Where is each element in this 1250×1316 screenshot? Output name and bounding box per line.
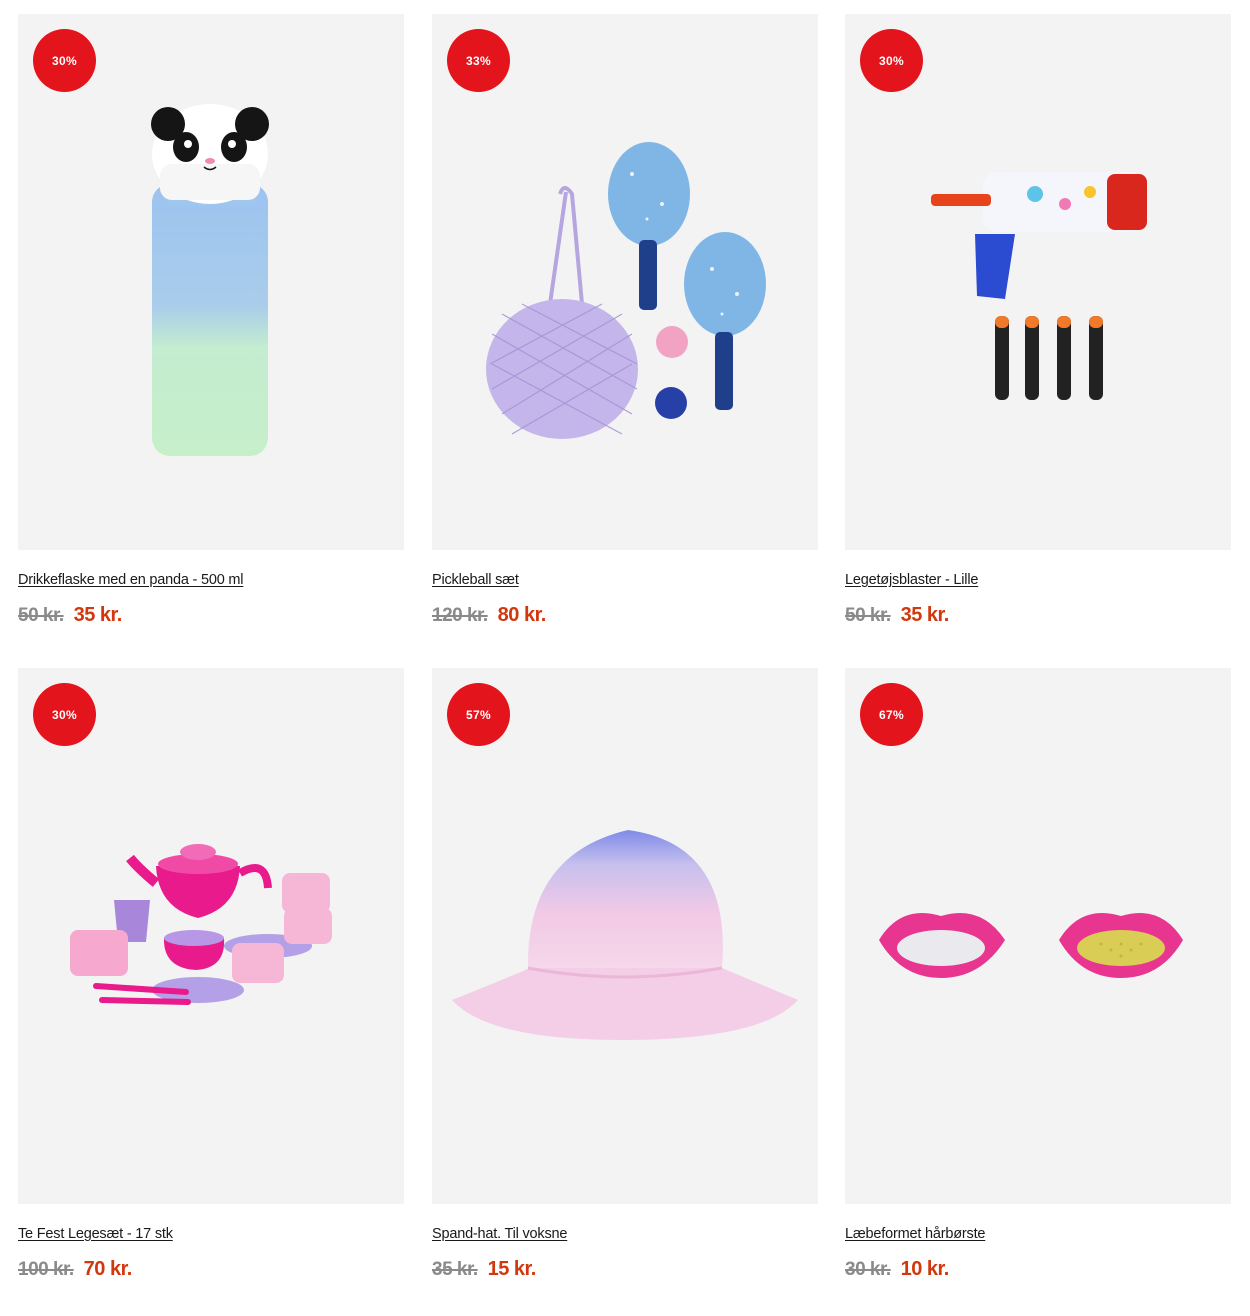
- price-row: 35 kr. 15 kr.: [432, 1258, 818, 1281]
- bucket-hat-image: [452, 830, 798, 1040]
- discount-badge: 67%: [860, 683, 923, 746]
- discount-badge: 30%: [860, 29, 923, 92]
- product-image-link[interactable]: 30%: [18, 668, 404, 1204]
- product-image-link[interactable]: 67%: [845, 668, 1231, 1204]
- price-row: 50 kr. 35 kr.: [18, 604, 404, 627]
- discount-badge: 30%: [33, 29, 96, 92]
- product-card[interactable]: 30% Drikkeflaske med en panda - 500 ml 5…: [18, 14, 404, 627]
- product-title-link[interactable]: Læbeformet hårbørste: [845, 1226, 1231, 1242]
- product-title-link[interactable]: Legetøjsblaster - Lille: [845, 572, 1231, 588]
- tea-party-set-image: [70, 844, 332, 1005]
- old-price: 50 kr.: [845, 605, 891, 626]
- panda-water-bottle-image: [151, 104, 269, 456]
- product-card[interactable]: 30% Legetøjsblaster - Lille 50 kr. 35 kr…: [845, 14, 1231, 627]
- old-price: 100 kr.: [18, 1259, 74, 1280]
- price-row: 100 kr. 70 kr.: [18, 1258, 404, 1281]
- discount-badge: 57%: [447, 683, 510, 746]
- product-card[interactable]: 67% Læbeformet hårbørste 30 kr. 10 kr.: [845, 668, 1231, 1281]
- product-card[interactable]: 33% Pickleball sæt 120 kr. 80 kr.: [432, 14, 818, 627]
- product-card[interactable]: 57% Spand-hat. Til voksne 35 kr. 15 kr.: [432, 668, 818, 1281]
- price-row: 120 kr. 80 kr.: [432, 604, 818, 627]
- old-price: 120 kr.: [432, 605, 488, 626]
- product-title-link[interactable]: Pickleball sæt: [432, 572, 818, 588]
- product-grid: 30% Drikkeflaske med en panda - 500 ml 5…: [0, 0, 1250, 1316]
- old-price: 30 kr.: [845, 1259, 891, 1280]
- old-price: 50 kr.: [18, 605, 64, 626]
- product-image-link[interactable]: 30%: [845, 14, 1231, 550]
- discount-badge: 33%: [447, 29, 510, 92]
- product-card[interactable]: 30% Te Fest Legesæt - 17 stk 100 kr. 70 …: [18, 668, 404, 1281]
- product-title-link[interactable]: Drikkeflaske med en panda - 500 ml: [18, 572, 404, 588]
- lip-hairbrush-image: [879, 913, 1183, 978]
- product-title-link[interactable]: Te Fest Legesæt - 17 stk: [18, 1226, 404, 1242]
- product-image-link[interactable]: 57%: [432, 668, 818, 1204]
- sale-price: 35 kr.: [900, 604, 950, 626]
- pickleball-set-image: [486, 142, 766, 439]
- sale-price: 35 kr.: [73, 604, 123, 626]
- product-image-link[interactable]: 33%: [432, 14, 818, 550]
- toy-blaster-image: [931, 172, 1147, 400]
- price-row: 30 kr. 10 kr.: [845, 1258, 1231, 1281]
- old-price: 35 kr.: [432, 1259, 478, 1280]
- sale-price: 80 kr.: [497, 604, 547, 626]
- product-image-link[interactable]: 30%: [18, 14, 404, 550]
- sale-price: 15 kr.: [487, 1258, 537, 1280]
- sale-price: 10 kr.: [900, 1258, 950, 1280]
- price-row: 50 kr. 35 kr.: [845, 604, 1231, 627]
- discount-badge: 30%: [33, 683, 96, 746]
- sale-price: 70 kr.: [83, 1258, 133, 1280]
- product-title-link[interactable]: Spand-hat. Til voksne: [432, 1226, 818, 1242]
